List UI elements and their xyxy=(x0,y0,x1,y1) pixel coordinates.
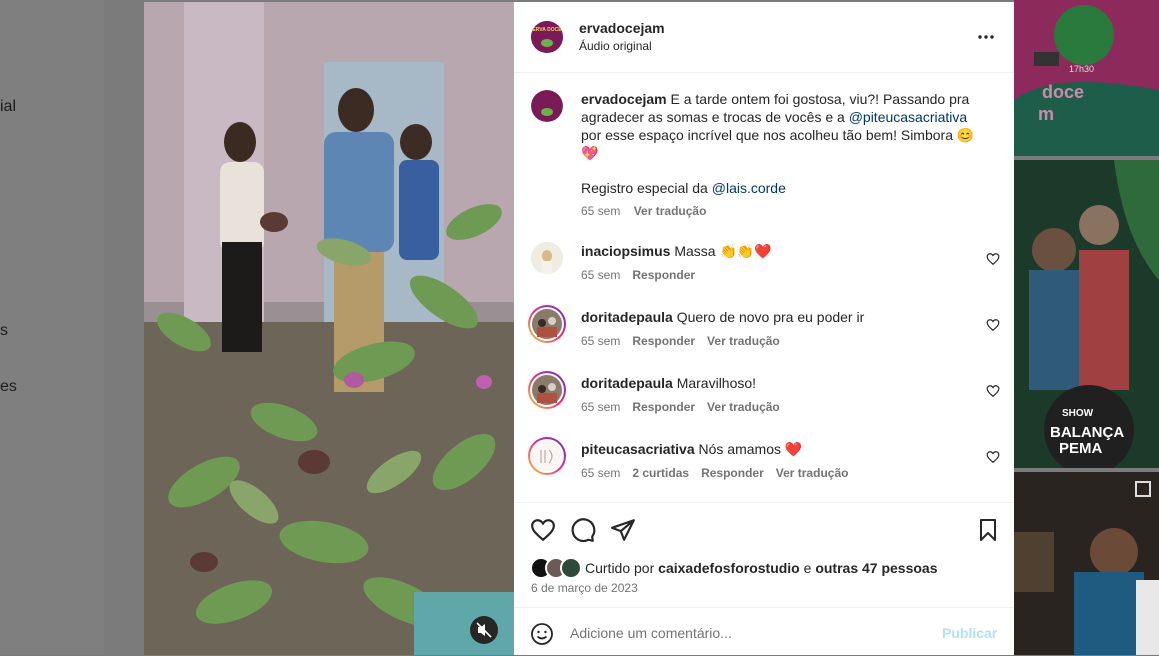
comment-text: Maravilhoso! xyxy=(676,375,757,391)
comment-text: Massa 👏👏❤️ xyxy=(674,243,772,259)
caption-text: ervadocejam E a tarde ontem foi gostosa,… xyxy=(581,90,991,162)
thumb-title-2: PEMA xyxy=(1059,440,1103,457)
comment-username[interactable]: inaciopsimus xyxy=(581,243,670,259)
author-avatar[interactable]: ERVA DOCE xyxy=(531,21,563,53)
comment-text: Quero de novo pra eu poder ir xyxy=(676,309,865,325)
commenter-avatar[interactable] xyxy=(528,305,566,343)
post-detail-panel: ERVA DOCE ervadocejam Áudio original erv… xyxy=(514,2,1014,655)
comment-time[interactable]: 65 sem xyxy=(581,466,620,480)
background-sidebar: ial s es xyxy=(0,0,105,655)
translate-button[interactable]: Ver tradução xyxy=(707,334,780,348)
comment-time[interactable]: 65 sem xyxy=(581,400,620,414)
reply-button[interactable]: Responder xyxy=(632,268,695,282)
commenter-avatar[interactable] xyxy=(531,242,563,274)
thumbnail-post-1[interactable]: 17h30 doce m xyxy=(1014,0,1159,156)
post-video[interactable] xyxy=(144,2,514,655)
likes-others[interactable]: outras 47 pessoas xyxy=(815,560,937,576)
audio-link[interactable]: Áudio original xyxy=(579,39,652,53)
mute-icon xyxy=(476,622,492,638)
emoji-icon[interactable] xyxy=(530,622,554,646)
reply-button[interactable]: Responder xyxy=(632,334,695,348)
caption-part-2: por esse espaço incrível que nos acolheu… xyxy=(581,127,957,143)
mention-piteucasacriativa[interactable]: @piteucasacriativa xyxy=(849,109,968,125)
caption-time[interactable]: 65 sem xyxy=(581,204,620,218)
comment-item: piteucasacriativa Nós amamos ❤️ 65 sem 2 … xyxy=(514,437,1014,506)
comment-like-icon[interactable] xyxy=(986,450,1000,464)
thumbnail-post-2[interactable]: SHOW BALANÇA PEMA xyxy=(1014,160,1159,468)
share-icon[interactable] xyxy=(610,517,636,543)
publish-button[interactable]: Publicar xyxy=(942,625,997,641)
more-icon xyxy=(978,35,994,39)
reply-button[interactable]: Responder xyxy=(701,466,764,480)
comment-item: doritadepaula Quero de novo pra eu poder… xyxy=(514,305,1014,374)
comment-username[interactable]: piteucasacriativa xyxy=(581,441,695,457)
nav-fragment-2: s xyxy=(0,322,8,339)
likes-user[interactable]: caixadefosforostudio xyxy=(658,560,800,576)
author-username[interactable]: ervadocejam xyxy=(579,20,665,36)
caption-credit: Registro especial da @lais.corde xyxy=(581,180,786,196)
comment-time[interactable]: 65 sem xyxy=(581,268,620,282)
thumb-time: 17h30 xyxy=(1069,64,1095,74)
translate-button[interactable]: Ver tradução xyxy=(776,466,849,480)
comment-text: Nós amamos ❤️ xyxy=(698,441,803,457)
comment-body: inaciopsimus Massa 👏👏❤️ xyxy=(581,242,971,260)
thumb-caption: doce xyxy=(1042,82,1085,102)
comment-input[interactable]: Adicione um comentário... xyxy=(570,625,732,641)
commenter-avatar[interactable] xyxy=(528,371,566,409)
caption: ervadocejam E a tarde ontem foi gostosa,… xyxy=(514,88,1014,228)
comment-like-icon[interactable] xyxy=(986,384,1000,398)
comment-body: doritadepaula Maravilhoso! xyxy=(581,374,971,392)
comment-like-icon[interactable] xyxy=(986,318,1000,332)
comment-meta: 65 sem Responder Ver tradução xyxy=(581,400,792,414)
liked-by-avatars[interactable] xyxy=(530,557,586,579)
comment-meta: 65 sem 2 curtidas Responder Ver tradução xyxy=(581,466,860,480)
comment-username[interactable]: doritadepaula xyxy=(581,309,673,325)
comment-body: piteucasacriativa Nós amamos ❤️ xyxy=(581,440,971,458)
post-date[interactable]: 6 de março de 2023 xyxy=(531,581,638,595)
caption-avatar[interactable] xyxy=(531,90,563,122)
save-icon[interactable] xyxy=(976,517,1000,543)
caption-meta: 65 sem Ver tradução xyxy=(581,204,706,218)
nav-fragment-3: es xyxy=(0,378,17,395)
likes-summary: Curtido por caixadefosforostudio e outra… xyxy=(585,560,938,576)
caption-username[interactable]: ervadocejam xyxy=(581,91,667,107)
comment-body: doritadepaula Quero de novo pra eu poder… xyxy=(581,308,971,326)
comment-meta: 65 sem Responder xyxy=(581,268,707,282)
thumbnail-post-3[interactable] xyxy=(1014,472,1159,655)
thumb-caption-b: m xyxy=(1038,104,1055,124)
caption-part-3: Registro especial da xyxy=(581,180,712,196)
post-actions: Curtido por caixadefosforostudio e outra… xyxy=(514,502,1014,608)
comment-meta: 65 sem Responder Ver tradução xyxy=(581,334,792,348)
likes-prefix: Curtido por xyxy=(585,560,659,576)
commenter-avatar[interactable] xyxy=(528,437,566,475)
more-options-button[interactable] xyxy=(974,27,998,47)
comment-item: doritadepaula Maravilhoso! 65 sem Respond… xyxy=(514,371,1014,440)
thumb-show: SHOW xyxy=(1062,408,1094,419)
comment-item: inaciopsimus Massa 👏👏❤️ 65 sem Responder xyxy=(514,242,1014,308)
translate-button[interactable]: Ver tradução xyxy=(707,400,780,414)
heart-icon[interactable] xyxy=(530,517,556,543)
caption-translate[interactable]: Ver tradução xyxy=(634,204,707,218)
mute-button[interactable] xyxy=(470,616,498,644)
likes-count-button[interactable]: 2 curtidas xyxy=(632,466,689,480)
nav-fragment-1: ial xyxy=(0,98,17,115)
thumb-title-1: BALANÇA xyxy=(1050,424,1125,441)
post-header: ERVA DOCE ervadocejam Áudio original xyxy=(514,2,1014,73)
likes-middle: e xyxy=(799,560,816,576)
reply-button[interactable]: Responder xyxy=(632,400,695,414)
add-comment-bar: Adicione um comentário... Publicar xyxy=(514,607,1014,656)
comment-icon[interactable] xyxy=(570,517,596,543)
comment-username[interactable]: doritadepaula xyxy=(581,375,673,391)
mention-lais-corde[interactable]: @lais.corde xyxy=(712,180,786,196)
comment-time[interactable]: 65 sem xyxy=(581,334,620,348)
comment-like-icon[interactable] xyxy=(986,252,1000,266)
avatar-logo-text: ERVA DOCE xyxy=(532,27,562,33)
